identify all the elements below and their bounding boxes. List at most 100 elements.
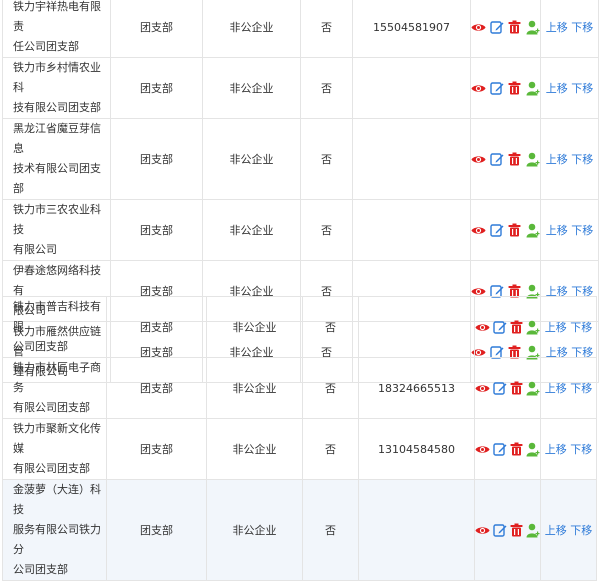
- trash-icon[interactable]: [507, 20, 522, 35]
- move-up-button[interactable]: 上移: [545, 321, 567, 334]
- edit-icon[interactable]: [489, 20, 504, 35]
- phone-cell: 18324665513: [358, 357, 475, 419]
- org-category-cell: 非公企业: [202, 0, 301, 58]
- move-down-button[interactable]: 下移: [570, 443, 592, 456]
- move-down-button[interactable]: 下移: [571, 153, 593, 166]
- member-icon[interactable]: [525, 20, 540, 35]
- member-icon[interactable]: [525, 152, 540, 167]
- phone-cell: [358, 479, 475, 581]
- table-row: 黑龙江省魔豆芽信息 技术有限公司团支部 团支部 非公企业 否 上移 下移: [2, 118, 599, 200]
- org-category-cell: 非公企业: [202, 199, 301, 261]
- org-name-cell: 铁力市普吉科技有限 公司团支部: [2, 296, 107, 358]
- move-up-button[interactable]: 上移: [545, 382, 567, 395]
- trash-icon[interactable]: [510, 523, 523, 538]
- edit-icon[interactable]: [493, 381, 507, 396]
- move-up-button[interactable]: 上移: [546, 82, 568, 95]
- org-name-line1: 金菠萝（大连）科技: [13, 483, 101, 516]
- org-type-cell: 团支部: [110, 57, 203, 119]
- ops-cell: [470, 57, 541, 119]
- move-up-button[interactable]: 上移: [546, 21, 568, 34]
- org-name-cell: 铁力市林匠电子商务 有限公司团支部: [2, 357, 107, 419]
- org-name-line1: 铁力宇祥热电有限责: [13, 0, 101, 33]
- member-icon[interactable]: [526, 442, 540, 457]
- phone-cell: 13104584580: [358, 418, 475, 480]
- org-category-cell: 非公企业: [206, 479, 303, 581]
- move-up-button[interactable]: 上移: [545, 524, 567, 537]
- move-down-button[interactable]: 下移: [571, 82, 593, 95]
- move-cell: 上移 下移: [540, 199, 599, 261]
- flag-cell: 否: [300, 57, 353, 119]
- member-icon[interactable]: [526, 320, 540, 335]
- ops-cell: [474, 479, 541, 581]
- org-category-cell: 非公企业: [202, 57, 301, 119]
- org-type-cell: 团支部: [106, 479, 207, 581]
- edit-icon[interactable]: [489, 152, 504, 167]
- org-category-cell: 非公企业: [206, 296, 303, 358]
- table-row: 铁力市聚新文化传媒 有限公司团支部 团支部 非公企业 否 13104584580: [2, 418, 597, 480]
- eye-icon[interactable]: [475, 381, 490, 396]
- move-down-button[interactable]: 下移: [570, 321, 592, 334]
- member-icon[interactable]: [525, 81, 540, 96]
- eye-icon[interactable]: [471, 152, 486, 167]
- org-category-cell: 非公企业: [202, 118, 301, 200]
- member-icon[interactable]: [526, 523, 540, 538]
- trash-icon[interactable]: [510, 442, 523, 457]
- org-type-cell: 团支部: [110, 0, 203, 58]
- org-name-line1: 铁力市三农农业科技: [13, 203, 101, 236]
- eye-icon[interactable]: [475, 320, 490, 335]
- move-cell: 上移 下移: [540, 57, 599, 119]
- edit-icon[interactable]: [489, 223, 504, 238]
- member-icon[interactable]: [525, 223, 540, 238]
- eye-icon[interactable]: [471, 223, 486, 238]
- edit-icon[interactable]: [493, 320, 507, 335]
- move-down-button[interactable]: 下移: [571, 224, 593, 237]
- move-cell: 上移 下移: [540, 118, 599, 200]
- trash-icon[interactable]: [510, 381, 523, 396]
- move-up-button[interactable]: 上移: [546, 153, 568, 166]
- eye-icon[interactable]: [471, 81, 486, 96]
- table-row: 铁力市林匠电子商务 有限公司团支部 团支部 非公企业 否 18324665513: [2, 357, 597, 419]
- org-name-line1: 伊春途悠网络科技有: [13, 264, 101, 297]
- move-down-button[interactable]: 下移: [570, 524, 592, 537]
- phone-cell: [358, 296, 475, 358]
- org-name-line2: 任公司团支部: [13, 40, 79, 53]
- org-name-line2: 有限公司团支部: [13, 462, 90, 475]
- org-name-cell: 铁力宇祥热电有限责 任公司团支部: [2, 0, 111, 58]
- edit-icon[interactable]: [493, 523, 507, 538]
- org-name-line1: 铁力市聚新文化传媒: [13, 422, 101, 455]
- eye-icon[interactable]: [471, 20, 486, 35]
- move-cell: 上移 下移: [540, 0, 599, 58]
- org-name-cell: 铁力市乡村情农业科 技有限公司团支部: [2, 57, 111, 119]
- phone-cell: [352, 199, 471, 261]
- ops-cell: [474, 418, 541, 480]
- trash-icon[interactable]: [510, 320, 523, 335]
- eye-icon[interactable]: [475, 442, 490, 457]
- trash-icon[interactable]: [507, 81, 522, 96]
- org-name-cell: 金菠萝（大连）科技 服务有限公司铁力分 公司团支部: [2, 479, 107, 581]
- org-category-cell: 非公企业: [206, 357, 303, 419]
- move-down-button[interactable]: 下移: [570, 382, 592, 395]
- org-name-line1: 铁力市普吉科技有限: [13, 300, 101, 333]
- trash-icon[interactable]: [507, 223, 522, 238]
- member-icon[interactable]: [526, 381, 540, 396]
- flag-cell: 否: [300, 199, 353, 261]
- move-down-button[interactable]: 下移: [571, 21, 593, 34]
- flag-cell: 否: [302, 296, 359, 358]
- table-row: 铁力市乡村情农业科 技有限公司团支部 团支部 非公企业 否 上移 下移: [2, 57, 599, 119]
- org-table-bottom: 铁力市普吉科技有限 公司团支部 团支部 非公企业 否 上移 下移 铁力市林匠电子…: [2, 296, 597, 581]
- flag-cell: 否: [300, 0, 353, 58]
- phone-cell: [352, 57, 471, 119]
- move-up-button[interactable]: 上移: [545, 443, 567, 456]
- move-cell: 上移 下移: [540, 479, 597, 581]
- org-type-cell: 团支部: [106, 418, 207, 480]
- move-up-button[interactable]: 上移: [546, 224, 568, 237]
- org-name-line1: 铁力市林匠电子商务: [13, 361, 101, 394]
- flag-cell: 否: [302, 357, 359, 419]
- org-name-line2: 有限公司: [13, 243, 57, 256]
- edit-icon[interactable]: [493, 442, 507, 457]
- trash-icon[interactable]: [507, 152, 522, 167]
- ops-cell: [470, 199, 541, 261]
- edit-icon[interactable]: [489, 81, 504, 96]
- eye-icon[interactable]: [475, 523, 490, 538]
- ops-cell: [474, 357, 541, 419]
